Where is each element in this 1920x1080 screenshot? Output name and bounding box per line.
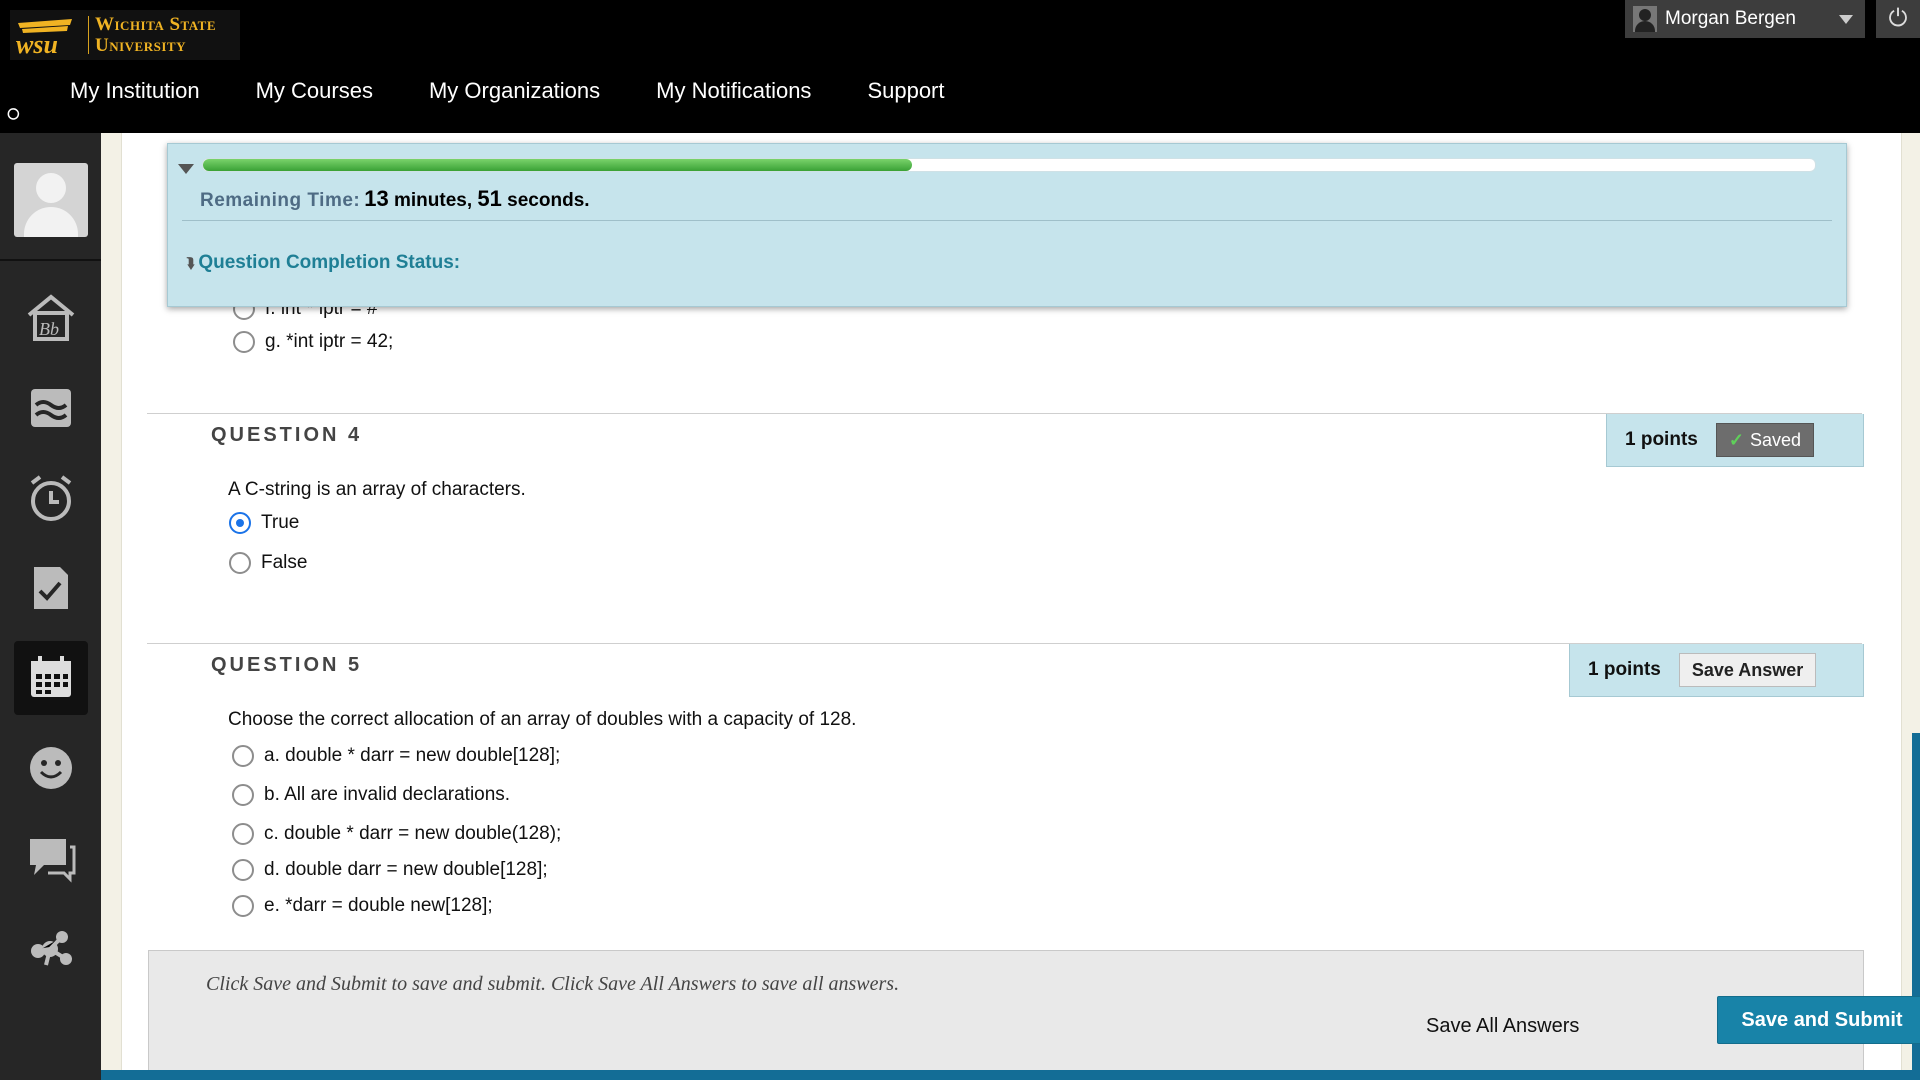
remaining-time: Remaining Time: 13 minutes, 51 seconds. bbox=[200, 186, 590, 211]
svg-text:Bb: Bb bbox=[39, 319, 59, 339]
user-name: Morgan Bergen bbox=[1665, 8, 1796, 29]
question-5-text: Choose the correct allocation of an arra… bbox=[228, 709, 857, 730]
question-5-title: QUESTION 5 bbox=[211, 654, 363, 676]
question-4-points-box: 1 points ✓ Saved bbox=[1606, 414, 1864, 467]
test-content-area[interactable]: f. int * iptr = # g. *int iptr = 42; Rem… bbox=[101, 133, 1920, 1070]
radio-button[interactable] bbox=[233, 331, 255, 353]
time-progress-bar bbox=[202, 158, 1816, 172]
calendar-icon[interactable] bbox=[14, 641, 88, 715]
logout-power-icon[interactable]: ⏻ bbox=[1876, 0, 1920, 38]
svg-text:wsu: wsu bbox=[16, 30, 58, 57]
content-bottom-bar bbox=[101, 1070, 1920, 1080]
top-header: wsu Wichita State University My Institut… bbox=[0, 0, 1920, 133]
radio-button[interactable] bbox=[229, 552, 251, 574]
nav-my-institution[interactable]: My Institution bbox=[70, 78, 200, 104]
save-and-submit-button[interactable]: Save and Submit bbox=[1717, 996, 1920, 1044]
radio-button[interactable] bbox=[232, 859, 254, 881]
question-4-text: A C-string is an array of characters. bbox=[228, 479, 526, 500]
content-left-margin bbox=[101, 133, 122, 1070]
timer-divider bbox=[182, 220, 1832, 221]
nav-my-courses[interactable]: My Courses bbox=[256, 78, 373, 104]
double-chevron-down-icon: ⮯ bbox=[186, 255, 195, 271]
logo-divider bbox=[88, 16, 89, 54]
question-divider bbox=[147, 413, 1862, 414]
collapse-triangle-icon[interactable] bbox=[178, 164, 194, 174]
question-5-points-box: 1 points Save Answer bbox=[1569, 644, 1864, 697]
messages-icon[interactable] bbox=[14, 821, 88, 895]
q4-option-true[interactable]: True bbox=[229, 512, 299, 534]
q3-option-g[interactable]: g. *int iptr = 42; bbox=[233, 331, 393, 353]
q5-option-a[interactable]: a. double * darr = new double[128]; bbox=[232, 745, 560, 767]
nav-support[interactable]: Support bbox=[867, 78, 944, 104]
radio-button[interactable] bbox=[232, 823, 254, 845]
time-progress-fill bbox=[203, 159, 913, 171]
grades-check-icon[interactable] bbox=[14, 551, 88, 625]
q5-option-c[interactable]: c. double * darr = new double(128); bbox=[232, 823, 561, 845]
stream-icon[interactable] bbox=[14, 371, 88, 445]
tools-icon[interactable] bbox=[14, 911, 88, 985]
radio-button[interactable] bbox=[232, 895, 254, 917]
radio-button[interactable] bbox=[232, 745, 254, 767]
nav-my-notifications[interactable]: My Notifications bbox=[656, 78, 811, 104]
submit-panel: Click Save and Submit to save and submit… bbox=[148, 950, 1920, 1070]
radio-button[interactable] bbox=[232, 784, 254, 806]
save-answer-button[interactable]: Save Answer bbox=[1678, 653, 1817, 687]
alarm-clock-icon[interactable] bbox=[14, 461, 88, 535]
saved-button[interactable]: ✓ Saved bbox=[1715, 423, 1814, 457]
save-all-answers-button[interactable]: Save All Answers bbox=[1422, 1009, 1583, 1044]
q5-option-e[interactable]: e. *darr = double new[128]; bbox=[232, 895, 493, 917]
wsu-logo-mark: wsu bbox=[16, 19, 72, 57]
quick-links-icon[interactable]: ⭘ bbox=[4, 104, 26, 126]
user-avatar-icon bbox=[1633, 6, 1657, 32]
submit-instructions: Click Save and Submit to save and submit… bbox=[206, 973, 900, 995]
checkmark-icon: ✓ bbox=[1728, 429, 1744, 450]
radio-button-selected[interactable] bbox=[229, 512, 251, 534]
university-name: Wichita State University bbox=[95, 14, 217, 56]
q5-option-b[interactable]: b. All are invalid declarations. bbox=[232, 784, 510, 806]
left-icon-rail: Bb bbox=[0, 133, 101, 1080]
user-menu[interactable]: Morgan Bergen bbox=[1625, 0, 1865, 38]
profile-avatar[interactable] bbox=[14, 163, 88, 237]
q5-option-d[interactable]: d. double darr = new double[128]; bbox=[232, 859, 548, 881]
home-bb-icon[interactable]: Bb bbox=[14, 281, 88, 355]
university-logo[interactable]: wsu Wichita State University bbox=[10, 10, 240, 60]
chevron-down-icon bbox=[1839, 14, 1853, 24]
question-completion-status-toggle[interactable]: ⮯ Question Completion Status: bbox=[186, 252, 460, 274]
smiley-icon[interactable] bbox=[14, 731, 88, 805]
timer-panel: Remaining Time: 13 minutes, 51 seconds. ⮯… bbox=[167, 143, 1847, 307]
main-nav: My Institution My Courses My Organizatio… bbox=[70, 78, 945, 104]
q4-option-false[interactable]: False bbox=[229, 552, 307, 574]
nav-my-organizations[interactable]: My Organizations bbox=[429, 78, 600, 104]
question-4-title: QUESTION 4 bbox=[211, 424, 363, 446]
rail-divider bbox=[0, 259, 101, 261]
